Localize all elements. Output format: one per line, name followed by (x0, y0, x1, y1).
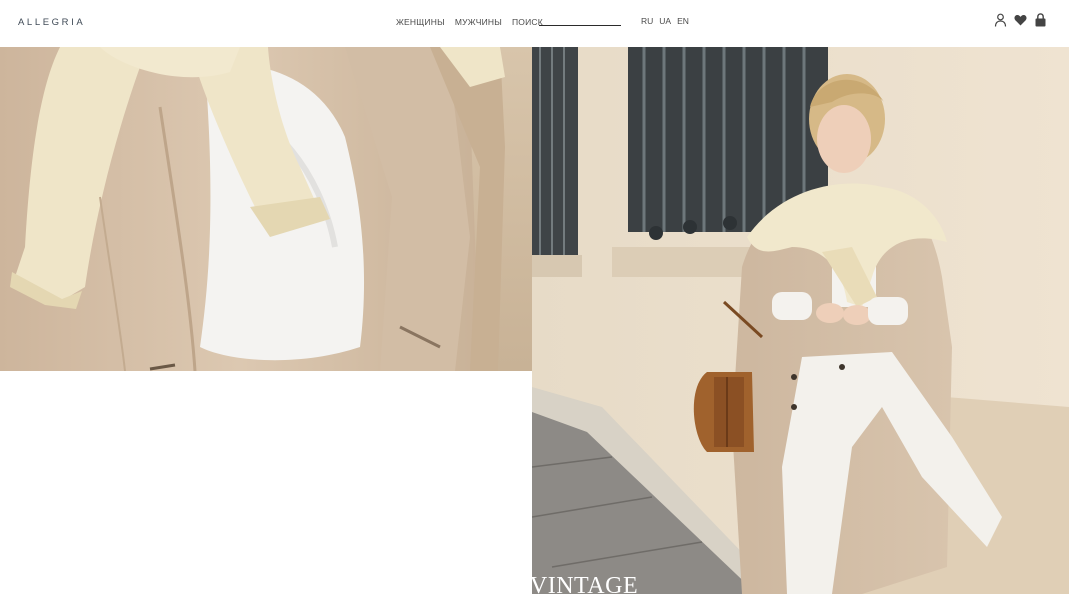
hero-image-left (0, 47, 532, 371)
main-nav: ЖЕНЩИНЫ МУЖЧИНЫ ПОИСК (396, 17, 543, 27)
site-header: ALLEGRIA ЖЕНЩИНЫ МУЖЧИНЫ ПОИСК RU UA EN (0, 0, 1069, 47)
header-icons (994, 13, 1047, 27)
hero-subtitle: нд (505, 544, 523, 559)
user-icon[interactable] (994, 13, 1007, 27)
bag-icon[interactable] (1034, 13, 1047, 27)
lang-ru[interactable]: RU (641, 16, 653, 26)
search-input[interactable] (539, 25, 621, 26)
lang-en[interactable]: EN (677, 16, 689, 26)
street-style-illustration (532, 47, 1069, 594)
hero-title: N VINTAGE (506, 573, 639, 599)
heart-icon[interactable] (1014, 13, 1027, 27)
nav-link-men[interactable]: МУЖЧИНЫ (455, 17, 502, 27)
coat-closeup-illustration (0, 47, 532, 371)
nav-link-women[interactable]: ЖЕНЩИНЫ (396, 17, 445, 27)
lang-ua[interactable]: UA (659, 16, 671, 26)
language-switcher: RU UA EN (641, 16, 689, 26)
brand-logo[interactable]: ALLEGRIA (18, 17, 85, 28)
hero-image-right (532, 47, 1069, 594)
